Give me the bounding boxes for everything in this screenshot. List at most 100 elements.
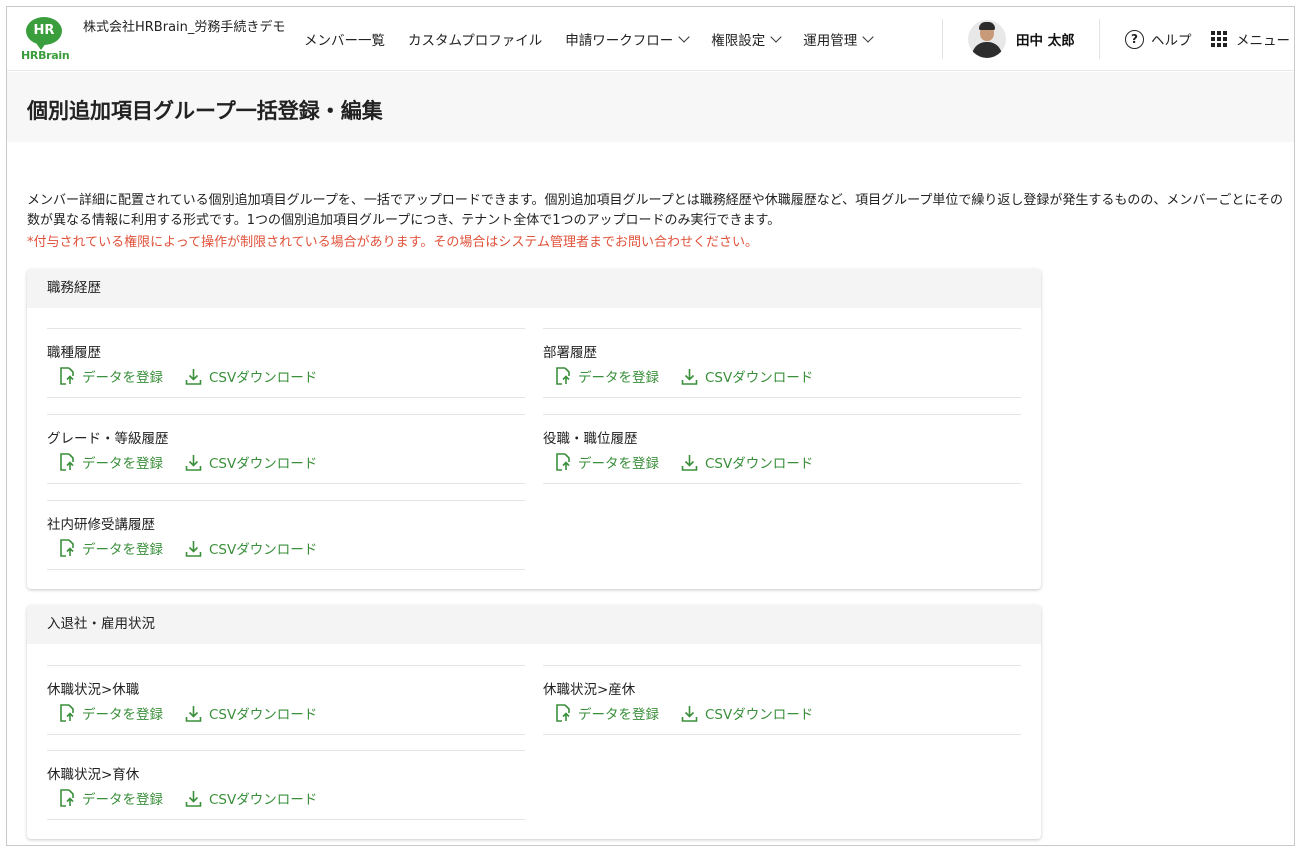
avatar [968, 20, 1006, 58]
nav-operation[interactable]: 運用管理 [803, 29, 874, 49]
download-label: CSVダウンロード [705, 707, 814, 723]
group-item: グレード・等級履歴 データを登録 CSVダウンロード [47, 414, 525, 484]
register-data-button[interactable]: データを登録 [555, 452, 659, 472]
chevron-down-icon [770, 30, 782, 43]
user-menu[interactable]: 田中 太郎 [968, 20, 1075, 58]
group-title: 部署履歴 [543, 345, 597, 361]
register-data-button[interactable]: データを登録 [555, 703, 659, 723]
file-upload-icon [556, 453, 570, 471]
download-label: CSVダウンロード [209, 542, 318, 558]
csv-download-button[interactable]: CSVダウンロード [185, 538, 317, 558]
main-nav: メンバー一覧 カスタムプロファイル 申請ワークフロー 権限設定 運用管理 [304, 7, 895, 71]
download-icon [185, 368, 202, 385]
grid-icon [1211, 31, 1227, 47]
register-label: データを登録 [578, 707, 659, 723]
file-upload-icon [60, 367, 74, 385]
register-data-button[interactable]: データを登録 [59, 788, 163, 808]
help-label: ヘルプ [1151, 33, 1192, 49]
csv-download-button[interactable]: CSVダウンロード [185, 788, 317, 808]
header-divider [1099, 19, 1100, 59]
group-title: 休職状況>休職 [47, 682, 140, 698]
register-label: データを登録 [82, 707, 163, 723]
download-label: CSVダウンロード [209, 707, 318, 723]
group-item: 職種履歴 データを登録 CSVダウンロード [47, 328, 525, 398]
csv-download-button[interactable]: CSVダウンロード [681, 366, 813, 386]
group-item: 休職状況>休職 データを登録 CSVダウンロード [47, 665, 525, 735]
company-name: 株式会社HRBrain_労務手続きデモ [83, 20, 286, 35]
nav-label: 権限設定 [711, 33, 766, 49]
group-item: 休職状況>産休 データを登録 CSVダウンロード [543, 665, 1021, 735]
page-title: 個別追加項目グループ一括登録・編集 [27, 99, 383, 123]
download-icon [185, 705, 202, 722]
nav-label: 申請ワークフロー [565, 33, 674, 49]
group-title: 休職状況>産休 [543, 682, 636, 698]
nav-custom-profile[interactable]: カスタムプロファイル [408, 29, 542, 49]
permission-note: *付与されている権限によって操作が制限されている場合があります。その場合はシステ… [27, 235, 758, 250]
download-icon [185, 790, 202, 807]
group-title: グレード・等級履歴 [47, 431, 169, 447]
csv-download-button[interactable]: CSVダウンロード [681, 703, 813, 723]
download-icon [681, 368, 698, 385]
download-label: CSVダウンロード [705, 370, 814, 386]
register-data-button[interactable]: データを登録 [59, 452, 163, 472]
header-divider [942, 19, 943, 59]
section-card-career: 職務経歴 職種履歴 データを登録 CSVダウンロード 部署履歴 データを登録 C… [27, 269, 1041, 589]
nav-label: 運用管理 [803, 33, 858, 49]
download-label: CSVダウンロード [209, 370, 318, 386]
app-menu-button[interactable]: メニュー [1211, 7, 1290, 71]
csv-download-button[interactable]: CSVダウンロード [185, 703, 317, 723]
file-upload-icon [60, 789, 74, 807]
download-label: CSVダウンロード [705, 456, 814, 472]
nav-label: メンバー一覧 [304, 33, 385, 49]
nav-permission[interactable]: 権限設定 [711, 29, 782, 49]
page-description: メンバー詳細に配置されている個別追加項目グループを、一括でアップロードできます。… [27, 193, 1284, 228]
file-upload-icon [60, 704, 74, 722]
download-icon [681, 454, 698, 471]
group-title: 社内研修受講履歴 [47, 517, 155, 533]
group-title: 役職・職位履歴 [543, 431, 638, 447]
hrbrain-logo[interactable]: HR HRBrain [21, 17, 70, 63]
register-label: データを登録 [82, 792, 163, 808]
file-upload-icon [60, 453, 74, 471]
group-title: 職種履歴 [47, 345, 101, 361]
group-item: 休職状況>育休 データを登録 CSVダウンロード [47, 750, 525, 820]
download-icon [681, 705, 698, 722]
top-header: HR HRBrain 株式会社HRBrain_労務手続きデモ メンバー一覧 カス… [7, 7, 1294, 71]
group-item: 社内研修受講履歴 データを登録 CSVダウンロード [47, 500, 525, 570]
register-label: データを登録 [82, 542, 163, 558]
download-label: CSVダウンロード [209, 456, 318, 472]
group-item: 部署履歴 データを登録 CSVダウンロード [543, 328, 1021, 398]
csv-download-button[interactable]: CSVダウンロード [681, 452, 813, 472]
app-window: HR HRBrain 株式会社HRBrain_労務手続きデモ メンバー一覧 カス… [6, 6, 1295, 846]
group-item: 役職・職位履歴 データを登録 CSVダウンロード [543, 414, 1021, 484]
chevron-down-icon [678, 30, 690, 43]
download-icon [185, 454, 202, 471]
download-icon [185, 540, 202, 557]
register-data-button[interactable]: データを登録 [59, 538, 163, 558]
question-circle-icon: ? [1125, 29, 1144, 49]
nav-member-list[interactable]: メンバー一覧 [304, 29, 385, 49]
register-data-button[interactable]: データを登録 [59, 703, 163, 723]
group-title: 休職状況>育休 [47, 767, 140, 783]
section-card-employment: 入退社・雇用状況 休職状況>休職 データを登録 CSVダウンロード 休職状況>産… [27, 605, 1041, 839]
register-data-button[interactable]: データを登録 [59, 366, 163, 386]
user-name: 田中 太郎 [1016, 33, 1075, 49]
register-label: データを登録 [82, 370, 163, 386]
file-upload-icon [60, 539, 74, 557]
section-title: 職務経歴 [27, 269, 1041, 308]
nav-workflow[interactable]: 申請ワークフロー [565, 29, 690, 49]
chevron-down-icon [862, 30, 874, 43]
file-upload-icon [556, 367, 570, 385]
register-data-button[interactable]: データを登録 [555, 366, 659, 386]
nav-label: カスタムプロファイル [408, 33, 543, 49]
file-upload-icon [556, 704, 570, 722]
register-label: データを登録 [82, 456, 163, 472]
section-title: 入退社・雇用状況 [27, 605, 1041, 644]
help-link[interactable]: ? ヘルプ [1125, 7, 1192, 71]
register-label: データを登録 [578, 370, 659, 386]
csv-download-button[interactable]: CSVダウンロード [185, 452, 317, 472]
download-label: CSVダウンロード [209, 792, 318, 808]
logo-badge: HR [26, 17, 62, 50]
menu-label: メニュー [1236, 33, 1290, 49]
csv-download-button[interactable]: CSVダウンロード [185, 366, 317, 386]
